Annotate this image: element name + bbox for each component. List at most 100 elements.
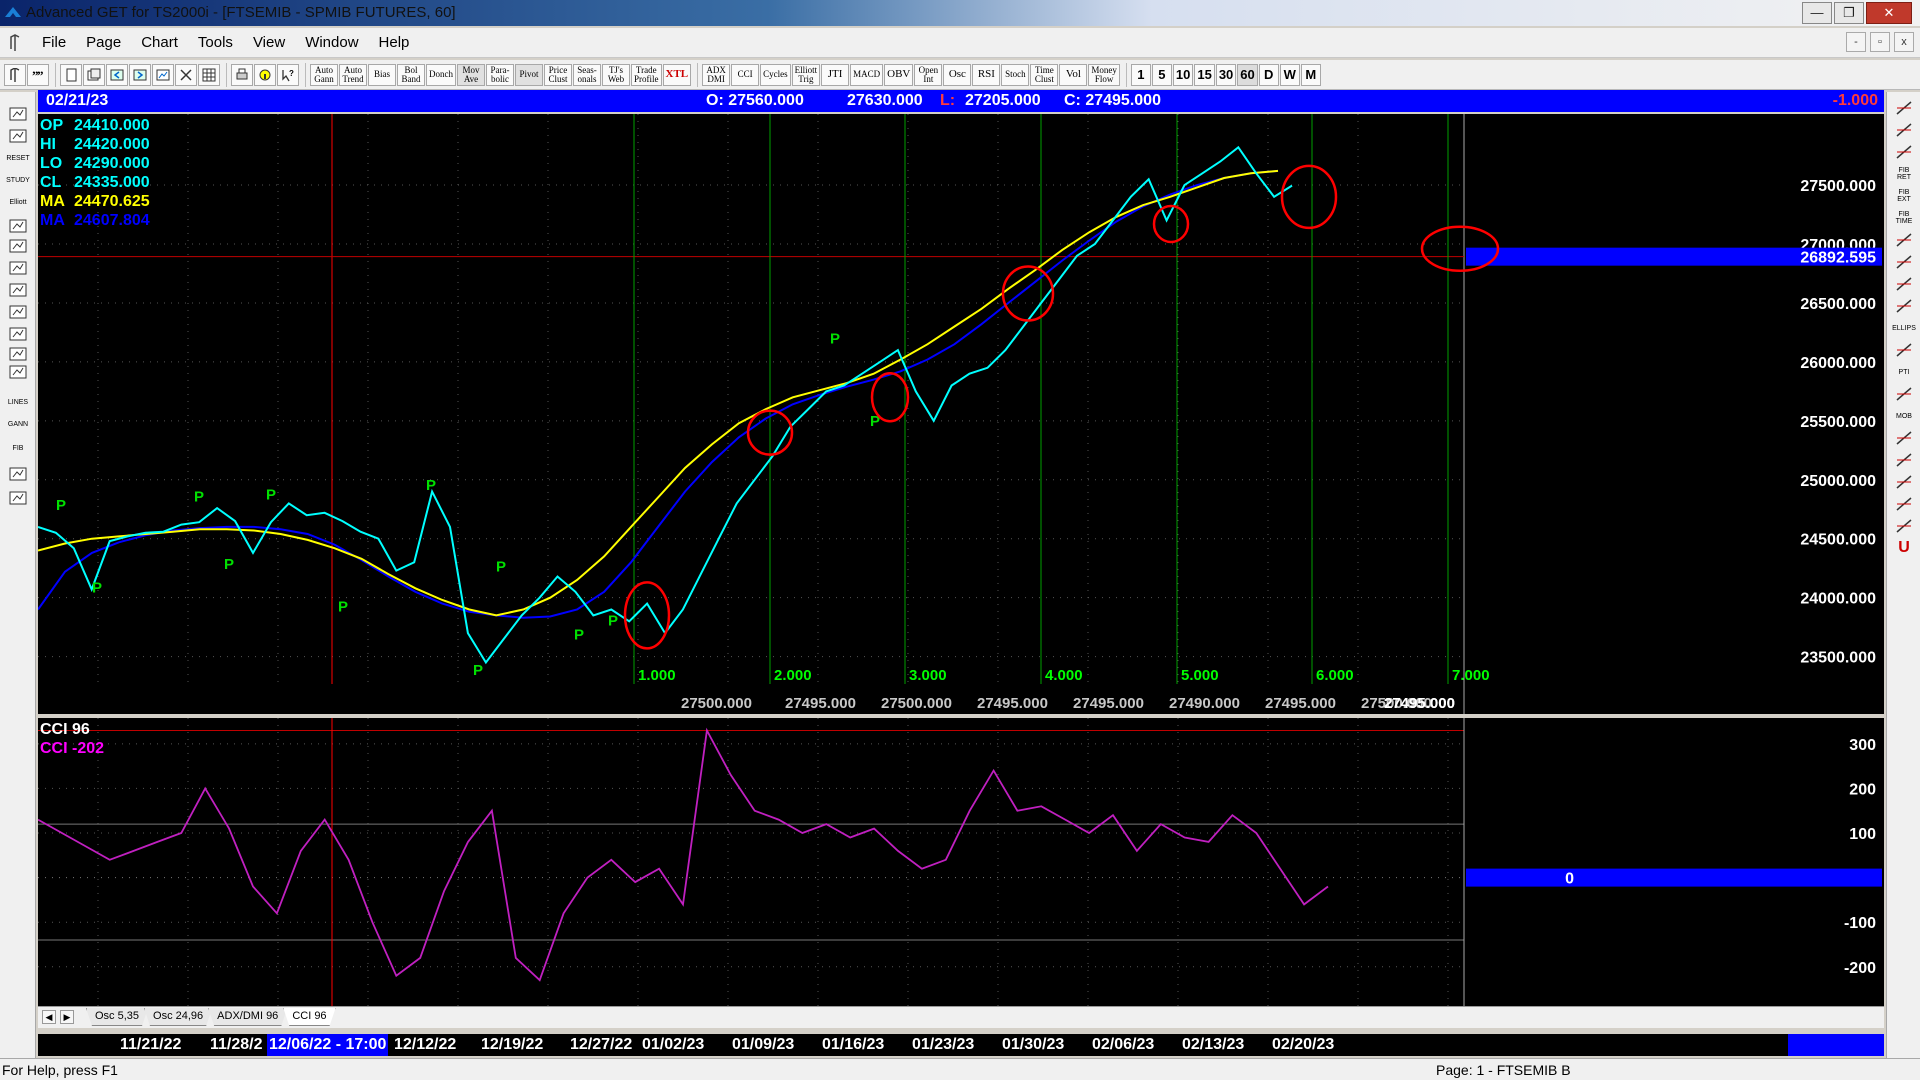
ind-macd-button[interactable]: MACD [850, 63, 884, 86]
ind-cycles-button[interactable]: Cycles [760, 63, 791, 86]
period-monthly-button[interactable]: M [1300, 63, 1321, 86]
menu-chart[interactable]: Chart [131, 34, 188, 51]
right-tool-line2-icon[interactable] [1891, 340, 1917, 360]
tab-next-button[interactable]: ▶ [60, 1010, 74, 1024]
left-tool-down-icon[interactable] [5, 236, 31, 256]
menu-view[interactable]: View [243, 34, 295, 51]
period-1-button[interactable]: 1 [1130, 63, 1151, 86]
study-pivot-button[interactable]: Pivot [515, 63, 543, 86]
right-tool-zoom-icon[interactable] [1891, 450, 1917, 470]
tab-prev-button[interactable]: ◀ [42, 1010, 56, 1024]
mdi-minimize-button[interactable]: - [1846, 32, 1866, 52]
ind-open-int-button[interactable]: Open Int [914, 63, 943, 86]
period-daily-button[interactable]: D [1258, 63, 1279, 86]
study-tjs-web-button[interactable]: TJ's Web [602, 63, 630, 86]
menu-file[interactable]: File [32, 34, 76, 51]
left-tool-spread2-icon[interactable] [5, 324, 31, 344]
left-tool-box-icon[interactable] [5, 488, 31, 508]
right-tool-gem-icon[interactable] [1891, 472, 1917, 492]
right-tool-fib-ret-icon[interactable]: FIB RET [1891, 164, 1917, 184]
study-mov-ave-button[interactable]: Mov Ave [457, 63, 485, 86]
study-auto-gann-button[interactable]: Auto Gann [310, 63, 338, 86]
tab-cci-96[interactable]: CCI 96 [283, 1008, 335, 1026]
right-tool-pti-icon[interactable]: PTI [1891, 362, 1917, 382]
cci-panel[interactable]: 300 200 100 0 -100 -200 CCI 96 CCI -202 [37, 718, 1884, 1006]
right-tool-box-icon[interactable] [1891, 274, 1917, 294]
price-chart-panel[interactable]: 23500.000 24000.000 24500.000 25000.000 2550… [38, 114, 1884, 714]
ind-adx-dmi-button[interactable]: ADX DMI [702, 63, 731, 86]
study-donch-button[interactable]: Donch [426, 63, 456, 86]
right-tool-pen-icon[interactable] [1891, 142, 1917, 162]
study-seasonals-button[interactable]: Seas- onals [573, 63, 601, 86]
cursor-tool-icon[interactable] [4, 63, 26, 86]
period-weekly-button[interactable]: W [1279, 63, 1300, 86]
tab-osc-5-35[interactable]: Osc 5,35 [86, 1008, 148, 1026]
left-tool-elliott-icon[interactable]: Elliott [5, 192, 31, 212]
ind-obv-button[interactable]: OBV [884, 63, 914, 86]
left-tool-spread-icon[interactable] [5, 302, 31, 322]
ind-elliott-trig-button[interactable]: Elliott Trig [791, 63, 821, 86]
right-tool-mob-icon[interactable]: MOB [1891, 406, 1917, 426]
study-trade-profile-button[interactable]: Trade Profile [631, 63, 662, 86]
right-tool-line-icon[interactable] [1891, 296, 1917, 316]
right-tool-square-icon[interactable] [1891, 494, 1917, 514]
tab-osc-24-96[interactable]: Osc 24,96 [144, 1008, 212, 1026]
ind-money-flow-button[interactable]: Money Flow [1088, 63, 1120, 86]
ind-cci-button[interactable]: CCI [731, 63, 760, 86]
period-30-button[interactable]: 30 [1215, 63, 1237, 86]
info-icon[interactable] [254, 63, 276, 86]
right-tool-fib-ext-icon[interactable]: FIB EXT [1891, 186, 1917, 206]
scroll-left-icon[interactable] [106, 63, 128, 86]
left-tool-right-icon[interactable] [5, 280, 31, 300]
menu-tools[interactable]: Tools [188, 34, 243, 51]
left-tool-select-icon[interactable] [5, 362, 31, 382]
study-auto-trend-button[interactable]: Auto Trend [339, 63, 367, 86]
menu-page[interactable]: Page [76, 34, 131, 51]
mdi-restore-button[interactable]: ▫ [1870, 32, 1890, 52]
period-10-button[interactable]: 10 [1172, 63, 1194, 86]
right-tool-ellipse-icon[interactable]: ELLIPS [1891, 318, 1917, 338]
study-parabolic-button[interactable]: Para- bolic [486, 63, 514, 86]
left-tool-lines-icon[interactable]: LINES [5, 392, 31, 412]
right-tool-text-icon[interactable] [1891, 428, 1917, 448]
study-bol-band-button[interactable]: Bol Band [397, 63, 425, 86]
study-price-clust-button[interactable]: Price Clust [544, 63, 572, 86]
left-tool-folder-icon[interactable] [5, 104, 31, 124]
left-tool-scale-icon[interactable] [5, 344, 31, 364]
right-tool-close-icon[interactable] [1891, 98, 1917, 118]
left-tool-plus-icon[interactable] [5, 464, 31, 484]
print-icon[interactable] [231, 63, 253, 86]
period-60-button[interactable]: 60 [1237, 63, 1258, 86]
minimize-button[interactable]: — [1802, 2, 1832, 24]
scroll-right-icon[interactable] [129, 63, 151, 86]
left-tool-up-icon[interactable] [5, 216, 31, 236]
ind-stoch-button[interactable]: Stoch [1001, 63, 1030, 86]
right-tool-pencil-icon[interactable] [1891, 120, 1917, 140]
quote-icon[interactable]: ”” [27, 63, 49, 86]
right-tool-fib-time-icon[interactable]: FIB TIME [1891, 208, 1917, 228]
left-tool-study-icon[interactable]: STUDY [5, 170, 31, 190]
open-chart-icon[interactable] [83, 63, 105, 86]
ind-vol-button[interactable]: Vol [1059, 63, 1088, 86]
zoom-chart-icon[interactable] [152, 63, 174, 86]
right-tool-arrows-icon[interactable] [1891, 252, 1917, 272]
left-tool-left-icon[interactable] [5, 258, 31, 278]
menu-help[interactable]: Help [369, 34, 420, 51]
close-button[interactable]: ✕ [1866, 2, 1912, 24]
left-tool-wrench-icon[interactable] [5, 126, 31, 146]
maximize-button[interactable]: ❐ [1834, 2, 1864, 24]
right-tool-grid-icon[interactable] [1891, 384, 1917, 404]
right-tool-marker-icon[interactable] [1891, 516, 1917, 536]
right-tool-u-icon[interactable]: U [1891, 538, 1917, 558]
tab-adx-dmi-96[interactable]: ADX/DMI 96 [208, 1008, 287, 1026]
delete-chart-icon[interactable] [175, 63, 197, 86]
left-tool-fib-icon[interactable]: FIB [5, 438, 31, 458]
ind-time-clust-button[interactable]: Time Clust [1030, 63, 1059, 86]
left-tool-reset-icon[interactable]: RESET [5, 148, 31, 168]
ind-osc-button[interactable]: Osc [943, 63, 972, 86]
ind-jti-button[interactable]: JTI [821, 63, 850, 86]
mdi-close-button[interactable]: x [1894, 32, 1914, 52]
price-chart[interactable]: 23500.000 24000.000 24500.000 25000.000 2550… [38, 114, 1884, 714]
new-page-icon[interactable] [60, 63, 82, 86]
period-15-button[interactable]: 15 [1194, 63, 1215, 86]
